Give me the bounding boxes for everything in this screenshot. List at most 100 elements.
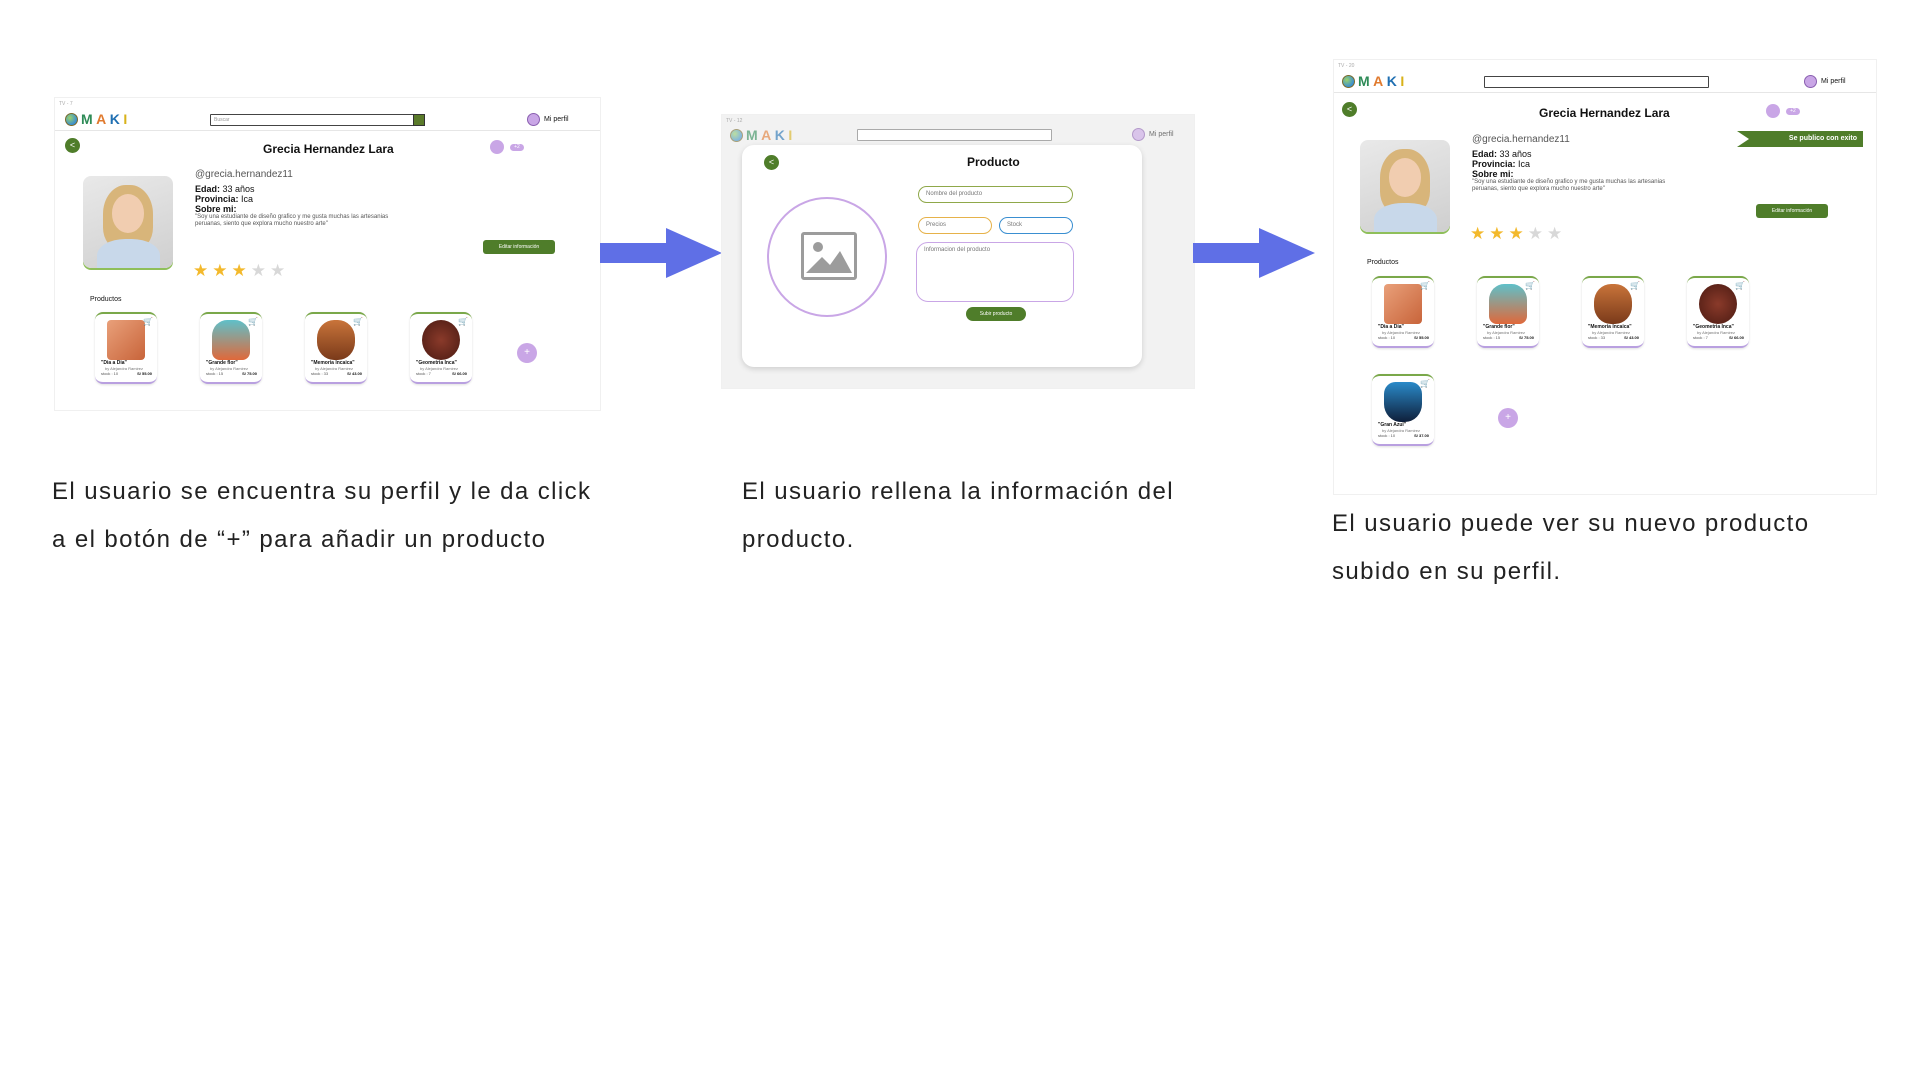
- top-bar: MAKI Buscar Mi perfil: [55, 108, 600, 131]
- cart-icon[interactable]: 🛒: [1420, 281, 1430, 290]
- product-stock: stock : 33: [1588, 335, 1606, 340]
- my-profile-link[interactable]: Mi perfil: [527, 113, 569, 126]
- product-stock: stock : 15: [206, 371, 224, 376]
- product-card[interactable]: 🛒 "Dia a Dia" by Alejandra Ramirez stock…: [1372, 276, 1434, 348]
- logo-letter: A: [761, 127, 772, 143]
- star-icon: ★: [1470, 224, 1490, 243]
- product-name-field[interactable]: Nombre del producto: [918, 186, 1073, 203]
- star-icon: ★: [231, 261, 251, 280]
- profile-name: Grecia Hernandez Lara: [1539, 106, 1670, 120]
- stock-field[interactable]: Stock: [999, 217, 1073, 234]
- globe-icon: [65, 112, 78, 126]
- star-icon: ★: [270, 261, 290, 280]
- step3-caption: El usuario puede ver su nuevo producto s…: [1332, 500, 1809, 596]
- search-button[interactable]: [413, 114, 425, 126]
- logo-letter: M: [1358, 73, 1371, 89]
- modal-title: Producto: [967, 155, 1020, 169]
- step2-caption: El usuario rellena la información del pr…: [742, 468, 1174, 564]
- profile-handle: @grecia.hernandez11: [195, 169, 293, 180]
- product-image: [1489, 284, 1527, 324]
- logo-letter: K: [774, 127, 786, 143]
- product-price: S/ 37.00: [1414, 433, 1429, 438]
- provincia-value: Ica: [241, 194, 254, 204]
- frame-tag: TV - 20: [1338, 63, 1355, 69]
- cart-icon[interactable]: 🛒: [458, 317, 468, 326]
- product-price: S/ 55.00: [137, 371, 152, 376]
- avatar: [1360, 140, 1450, 232]
- back-button[interactable]: <: [1342, 102, 1357, 117]
- cart-icon[interactable]: 🛒: [1525, 281, 1535, 290]
- product-card[interactable]: 🛒 "Grande flor" by Alejandra Ramirez sto…: [1477, 276, 1539, 348]
- rating-stars: ★★★★★: [1470, 224, 1566, 244]
- caption-line: El usuario se encuentra su perfil y le d…: [52, 478, 592, 505]
- profile-icon: [1804, 75, 1817, 88]
- logo-letter: K: [1386, 73, 1398, 89]
- product-card-new[interactable]: 🛒 "Gran Azul" by Alejandra Ramirez stock…: [1372, 374, 1434, 446]
- product-card[interactable]: 🛒 "Geometria Inca" by Alejandra Ramirez …: [410, 312, 472, 384]
- screen-add-product: TV - 12 MAKI Mi perfil < Producto Nombre…: [722, 115, 1194, 388]
- price-field[interactable]: Precios: [918, 217, 992, 234]
- maki-logo[interactable]: MAKI: [1342, 73, 1405, 89]
- product-stock: stock : 33: [311, 371, 329, 376]
- maki-logo: MAKI: [730, 127, 793, 143]
- mail-icon[interactable]: [490, 140, 504, 154]
- product-info-field[interactable]: Informacion del producto: [916, 242, 1074, 302]
- sobre-label: Sobre mi:: [1472, 169, 1514, 179]
- my-profile-link[interactable]: Mi perfil: [1804, 75, 1846, 88]
- product-price: S/ 43.00: [1624, 335, 1639, 340]
- profile-icon: [1132, 128, 1145, 141]
- profile-link-label: Mi perfil: [1149, 131, 1174, 138]
- profile-handle: @grecia.hernandez11: [1472, 134, 1570, 145]
- caption-line: El usuario puede ver su nuevo producto: [1332, 510, 1810, 537]
- product-card[interactable]: 🛒 "Memoria Incaica" by Alejandra Ramirez…: [1582, 276, 1644, 348]
- my-profile-link: Mi perfil: [1132, 128, 1174, 141]
- edad-value: 33 años: [222, 184, 255, 194]
- star-icon: ★: [212, 261, 232, 280]
- products-title: Productos: [90, 296, 122, 303]
- back-button[interactable]: <: [65, 138, 80, 153]
- product-image: [317, 320, 355, 360]
- modal-back-button[interactable]: <: [764, 155, 779, 170]
- maki-logo[interactable]: MAKI: [65, 111, 128, 127]
- add-product-button[interactable]: +: [1498, 408, 1518, 428]
- product-card[interactable]: 🛒 "Dia a Dia" by Alejandra Ramirez stock…: [95, 312, 157, 384]
- profile-info: @grecia.hernandez11 Edad: 33 años Provin…: [195, 170, 395, 228]
- product-card[interactable]: 🛒 "Memoria Incaica" by Alejandra Ramirez…: [305, 312, 367, 384]
- image-placeholder[interactable]: [767, 197, 887, 317]
- add-product-button[interactable]: +: [517, 343, 537, 363]
- profile-link-label: Mi perfil: [544, 116, 569, 123]
- cart-icon[interactable]: 🛒: [248, 317, 258, 326]
- submit-product-button[interactable]: Subir producto: [966, 307, 1026, 321]
- screen-profile: TV - 7 MAKI Buscar Mi perfil < Grecia He…: [55, 98, 600, 410]
- product-image: [212, 320, 250, 360]
- product-stock: stock : 15: [1483, 335, 1501, 340]
- image-icon: [801, 232, 857, 280]
- product-image: [107, 320, 145, 360]
- cart-icon[interactable]: 🛒: [353, 317, 363, 326]
- profile-icon: [527, 113, 540, 126]
- cart-icon[interactable]: 🛒: [1735, 281, 1745, 290]
- edit-info-button[interactable]: Editar información: [1756, 204, 1828, 218]
- cart-icon[interactable]: 🛒: [1420, 379, 1430, 388]
- product-card[interactable]: 🛒 "Geometria Inca" by Alejandra Ramirez …: [1687, 276, 1749, 348]
- search-input[interactable]: [1484, 76, 1709, 88]
- star-icon: ★: [1508, 224, 1528, 243]
- mail-icon[interactable]: [1766, 104, 1780, 118]
- flow-arrow: [600, 228, 722, 278]
- provincia-value: Ica: [1518, 159, 1531, 169]
- rating-stars: ★★★★★: [193, 261, 289, 281]
- edit-info-button[interactable]: Editar información: [483, 240, 555, 254]
- mail-badge: +2: [510, 144, 524, 151]
- search-input[interactable]: Buscar: [210, 114, 425, 126]
- flow-arrow: [1193, 228, 1315, 278]
- cart-icon[interactable]: 🛒: [143, 317, 153, 326]
- cart-icon[interactable]: 🛒: [1630, 281, 1640, 290]
- product-price: S/ 55.00: [1414, 335, 1429, 340]
- star-icon: ★: [1547, 224, 1567, 243]
- caption-line: producto.: [742, 526, 855, 553]
- product-price: S/ 66.00: [1729, 335, 1744, 340]
- product-card[interactable]: 🛒 "Grande flor" by Alejandra Ramirez sto…: [200, 312, 262, 384]
- product-image: [1699, 284, 1737, 324]
- sobre-label: Sobre mi:: [195, 204, 237, 214]
- avatar: [83, 176, 173, 268]
